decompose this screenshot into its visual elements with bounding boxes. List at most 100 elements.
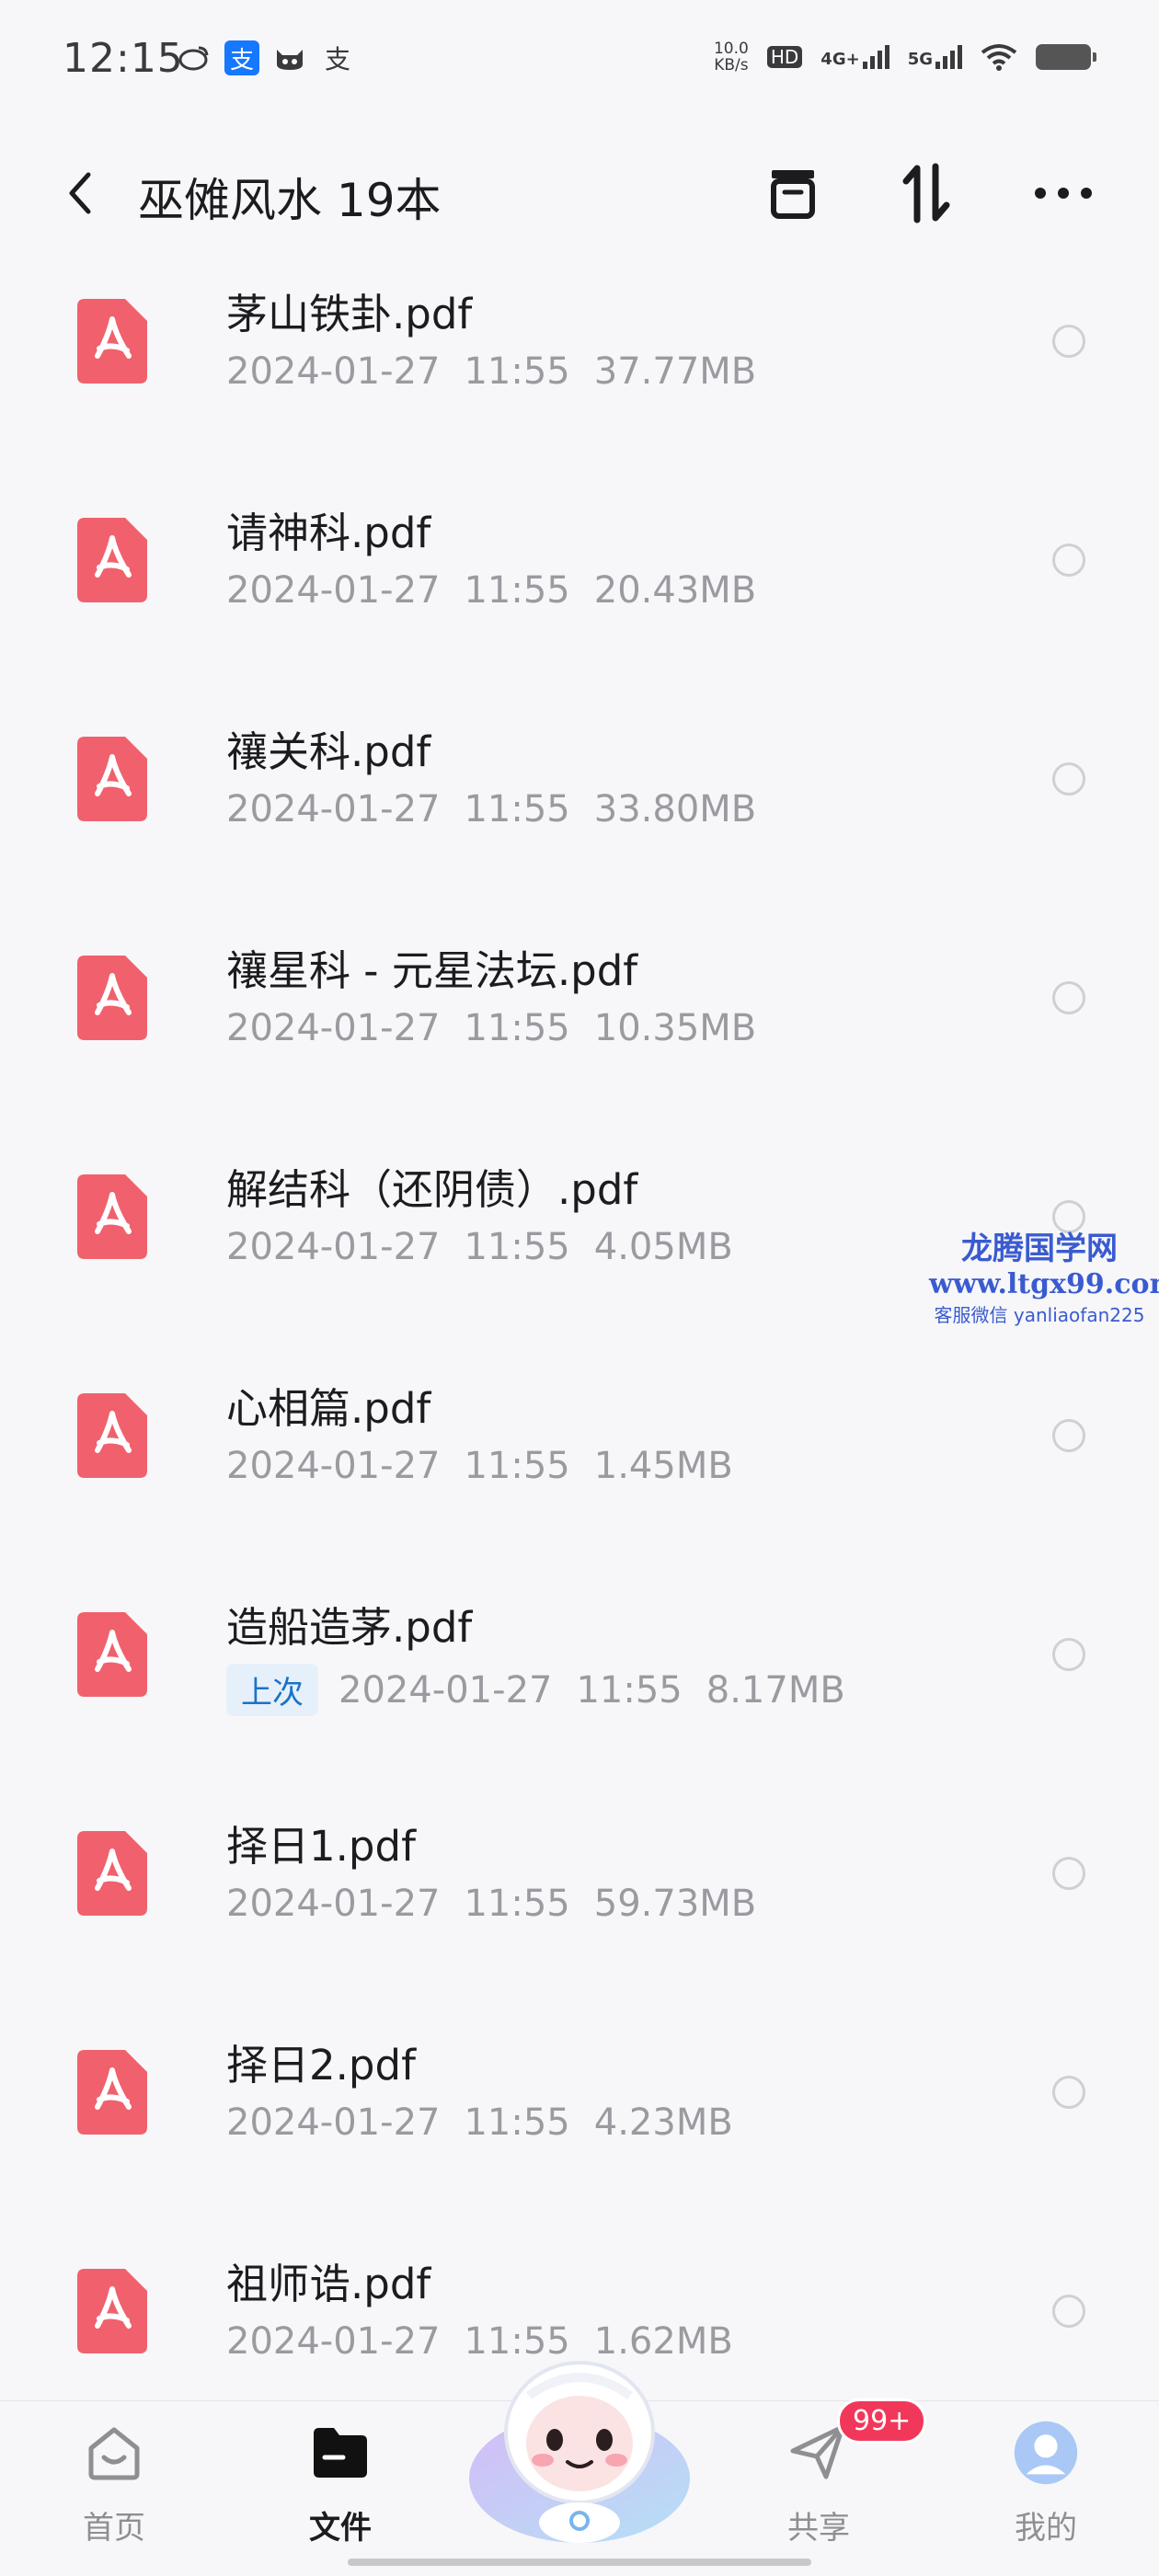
file-size: 20.43MB	[593, 569, 757, 612]
file-size: 8.17MB	[706, 1668, 845, 1712]
network-speed: 10.0 KB/s	[713, 40, 749, 74]
back-button[interactable]	[55, 166, 110, 221]
mascot-astronaut-icon	[469, 2361, 690, 2543]
file-time: 11:55	[464, 788, 570, 830]
archive-box-icon	[771, 170, 815, 219]
file-select-radio[interactable]	[1052, 1638, 1085, 1671]
file-row[interactable]: 茅山铁卦.pdf 2024-01-27 11:55 37.77MB	[0, 253, 1159, 472]
file-name: 择日1.pdf	[226, 1822, 416, 1871]
file-name: 造船造茅.pdf	[226, 1603, 473, 1652]
file-size: 4.23MB	[593, 2101, 733, 2144]
nav-home-label: 首页	[83, 2510, 145, 2547]
file-select-radio[interactable]	[1052, 981, 1085, 1014]
file-time: 11:55	[464, 569, 570, 612]
zhi-icon: 支	[324, 44, 350, 74]
file-meta: 上次 2024-01-27 11:55 8.17MB	[226, 1664, 845, 1716]
file-name: 茅山铁卦.pdf	[226, 290, 473, 338]
network-5g-label: 5G	[907, 50, 933, 69]
page-title: 巫傩风水 19本	[138, 174, 442, 227]
pdf-file-icon	[77, 2269, 147, 2353]
file-meta: 2024-01-27 11:55 37.77MB	[226, 350, 756, 393]
watermark-site-name: 龙腾国学网	[961, 1231, 1118, 1267]
pdf-file-icon	[77, 1612, 147, 1697]
file-size: 33.80MB	[593, 788, 757, 830]
file-row[interactable]: 造船造茅.pdf 上次 2024-01-27 11:55 8.17MB	[0, 1566, 1159, 1785]
file-select-radio[interactable]	[1052, 544, 1085, 577]
file-meta: 2024-01-27 11:55 10.35MB	[226, 1007, 756, 1049]
file-name: 择日2.pdf	[226, 2041, 416, 2089]
file-row[interactable]: 心相篇.pdf 2024-01-27 11:55 1.45MB	[0, 1347, 1159, 1566]
pdf-file-icon	[77, 737, 147, 821]
file-date: 2024-01-27	[226, 1445, 441, 1487]
file-meta: 2024-01-27 11:55 59.73MB	[226, 1883, 756, 1925]
nav-files[interactable]: 文件	[276, 2420, 405, 2547]
file-select-radio[interactable]	[1052, 2295, 1085, 2328]
file-select-radio[interactable]	[1052, 2076, 1085, 2109]
nav-profile[interactable]: 我的	[981, 2420, 1110, 2547]
file-row[interactable]: 请神科.pdf 2024-01-27 11:55 20.43MB	[0, 472, 1159, 691]
file-row[interactable]: 择日2.pdf 2024-01-27 11:55 4.23MB	[0, 2004, 1159, 2223]
file-name: 禳星科 - 元星法坛.pdf	[226, 946, 638, 995]
page-header: 巫傩风水 19本	[0, 147, 1159, 239]
file-name: 禳关科.pdf	[226, 727, 431, 776]
more-dots-icon	[1035, 188, 1092, 199]
home-indicator[interactable]	[348, 2559, 811, 2566]
file-size: 1.45MB	[593, 1445, 733, 1487]
file-time: 11:55	[464, 350, 570, 393]
wifi-icon	[981, 44, 1017, 71]
file-date: 2024-01-27	[226, 1883, 441, 1925]
status-time: 12:15	[63, 35, 184, 82]
file-name: 请神科.pdf	[226, 509, 431, 557]
more-options-button[interactable]	[1027, 156, 1100, 230]
file-select-radio[interactable]	[1052, 325, 1085, 358]
file-date: 2024-01-27	[226, 1226, 441, 1268]
file-meta: 2024-01-27 11:55 4.23MB	[226, 2101, 733, 2144]
file-date: 2024-01-27	[226, 2101, 441, 2144]
file-time: 11:55	[464, 1226, 570, 1268]
folder-icon	[307, 2420, 373, 2486]
file-time: 11:55	[464, 2101, 570, 2144]
file-select-radio[interactable]	[1052, 1857, 1085, 1890]
battery-icon	[1036, 44, 1096, 70]
file-date: 2024-01-27	[226, 788, 441, 830]
signal-icon	[935, 45, 962, 69]
pdf-file-icon	[77, 2050, 147, 2135]
file-meta: 2024-01-27 11:55 1.45MB	[226, 1445, 733, 1487]
cat-app-icon	[272, 40, 307, 75]
file-date: 2024-01-27	[339, 1668, 553, 1712]
file-select-radio[interactable]	[1052, 1419, 1085, 1452]
file-meta: 2024-01-27 11:55 33.80MB	[226, 788, 756, 830]
mascot-assistant-button[interactable]	[465, 2341, 694, 2543]
network-4g-label: 4G+	[820, 50, 860, 69]
weibo-icon	[177, 40, 212, 75]
watermark: 龙腾国学网 www.ltgx99.com 客服微信 yanliaofan225	[929, 1223, 1159, 1327]
file-row[interactable]: 禳关科.pdf 2024-01-27 11:55 33.80MB	[0, 691, 1159, 910]
nav-home[interactable]: 首页	[50, 2420, 178, 2547]
share-notification-badge: 99+	[837, 2399, 927, 2444]
nav-profile-label: 我的	[1015, 2510, 1077, 2547]
file-size: 10.35MB	[593, 1007, 757, 1049]
pdf-file-icon	[77, 299, 147, 384]
file-meta: 2024-01-27 11:55 20.43MB	[226, 569, 756, 612]
archive-button[interactable]	[756, 156, 830, 230]
last-opened-tag: 上次	[226, 1664, 318, 1716]
file-size: 37.77MB	[593, 350, 757, 393]
pdf-file-icon	[77, 1174, 147, 1259]
chevron-left-icon	[69, 172, 91, 214]
pdf-file-icon	[77, 518, 147, 602]
file-name: 解结科（还阴债）.pdf	[226, 1165, 638, 1214]
watermark-contact: 客服微信 yanliaofan225	[934, 1304, 1145, 1326]
signal-icon	[862, 45, 889, 69]
file-date: 2024-01-27	[226, 569, 441, 612]
file-select-radio[interactable]	[1052, 762, 1085, 796]
sort-button[interactable]	[890, 156, 964, 230]
nav-share-label: 共享	[787, 2510, 850, 2547]
alipay-icon: 支	[224, 40, 259, 75]
file-row[interactable]: 择日1.pdf 2024-01-27 11:55 59.73MB	[0, 1785, 1159, 2004]
file-time: 11:55	[464, 1007, 570, 1049]
file-name: 心相篇.pdf	[226, 1384, 431, 1433]
file-date: 2024-01-27	[226, 2320, 441, 2363]
file-row[interactable]: 禳星科 - 元星法坛.pdf 2024-01-27 11:55 10.35MB	[0, 910, 1159, 1128]
file-name: 祖师诰.pdf	[226, 2260, 431, 2308]
watermark-url: www.ltgx99.com	[929, 1268, 1159, 1300]
